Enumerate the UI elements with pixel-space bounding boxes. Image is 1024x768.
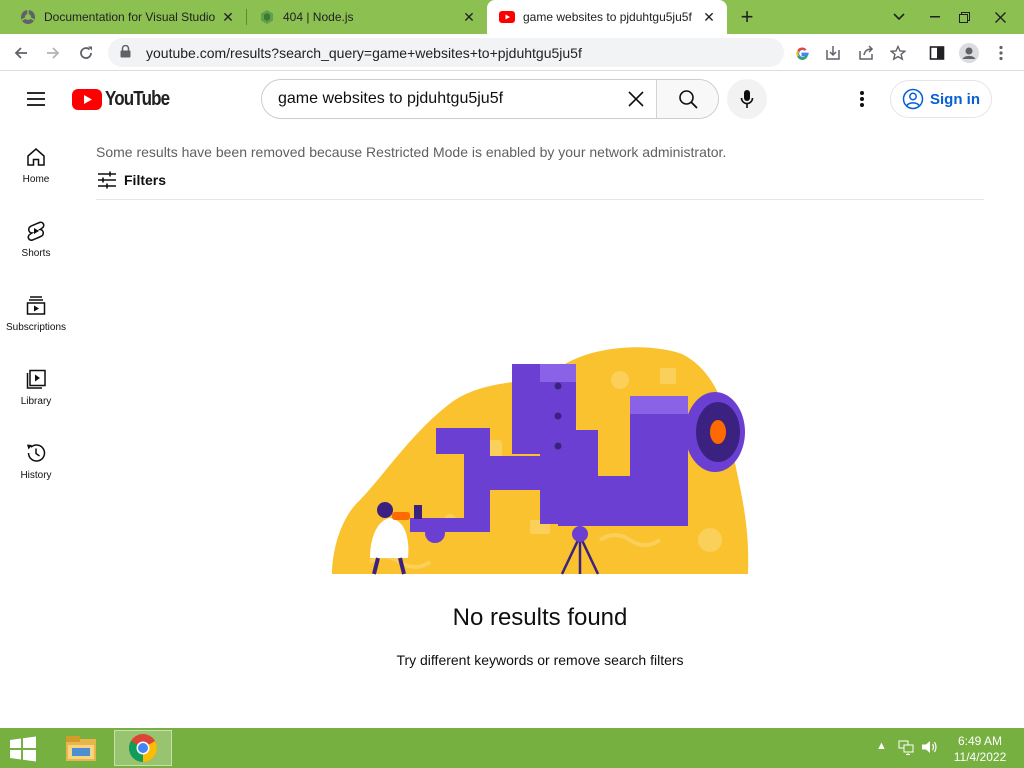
search-box: game websites to pjduhtgu5ju5f	[261, 79, 719, 119]
sidebar-item-subscriptions[interactable]: Subscriptions	[0, 276, 72, 350]
close-icon[interactable]: ✕	[701, 9, 717, 25]
sidebar-item-label: Home	[22, 174, 50, 185]
address-bar[interactable]: youtube.com/results?search_query=game+we…	[108, 38, 784, 67]
header-divider	[96, 199, 984, 200]
chrome-taskbar-icon[interactable]	[114, 730, 172, 766]
subscriptions-icon	[26, 296, 46, 315]
sidebar-item-shorts[interactable]: Shorts	[0, 202, 72, 276]
url-text: youtube.com/results?search_query=game+we…	[146, 44, 582, 61]
restore-button[interactable]	[950, 0, 978, 34]
youtube-header: YouTube game websites to pjduhtgu5ju5f S…	[0, 72, 1024, 128]
filters-button[interactable]: Filters	[96, 170, 166, 190]
sidebar-item-library[interactable]: Library	[0, 350, 72, 424]
search-input[interactable]: game websites to pjduhtgu5ju5f	[262, 80, 616, 118]
clock-date: 11/4/2022	[953, 750, 1007, 764]
library-icon	[26, 369, 46, 389]
filter-sliders-icon	[98, 171, 116, 189]
nodejs-icon	[259, 9, 275, 25]
side-panel-icon[interactable]	[924, 40, 950, 66]
clock-time: 6:49 AM	[957, 734, 1003, 748]
no-results-title: No results found	[452, 604, 628, 631]
sidebar-item-label: Shorts	[21, 248, 51, 259]
close-icon[interactable]: ✕	[461, 9, 477, 25]
tab-nodejs-404[interactable]: 404 | Node.js ✕	[247, 0, 487, 34]
account-circle-icon	[902, 88, 924, 110]
close-window-button[interactable]	[980, 0, 1020, 34]
restricted-mode-notice: Some results have been removed because R…	[96, 144, 727, 160]
volume-icon[interactable]	[921, 739, 939, 758]
new-tab-button[interactable]: +	[736, 6, 758, 28]
hamburger-menu-icon[interactable]	[24, 87, 48, 111]
youtube-wordmark: YouTube	[105, 88, 170, 110]
google-icon[interactable]	[789, 40, 815, 66]
profile-avatar-icon[interactable]	[956, 40, 982, 66]
lock-icon[interactable]	[120, 44, 134, 61]
forward-button[interactable]	[40, 40, 66, 66]
microphone-icon	[740, 90, 754, 108]
file-explorer-taskbar-icon[interactable]	[52, 730, 110, 766]
sign-in-label: Sign in	[930, 90, 980, 108]
shorts-icon	[27, 221, 45, 241]
search-button[interactable]	[656, 80, 718, 118]
network-icon[interactable]	[898, 739, 914, 758]
minimize-button[interactable]	[920, 0, 950, 34]
system-clock[interactable]: 6:49 AM 11/4/2022	[944, 733, 1016, 765]
tab-title: Documentation for Visual Studio	[44, 10, 216, 24]
show-hidden-icons-icon[interactable]: ▲	[876, 740, 887, 752]
chrome-menu-icon[interactable]	[988, 40, 1014, 66]
install-app-icon[interactable]	[820, 40, 846, 66]
tab-search-chevron-icon[interactable]	[888, 0, 910, 34]
tab-title: game websites to pjduhtgu5ju5f	[523, 10, 692, 24]
sidebar-item-label: History	[20, 470, 52, 481]
tab-visual-studio-docs[interactable]: Documentation for Visual Studio ✕	[0, 0, 246, 34]
windows-start-icon[interactable]	[8, 736, 38, 762]
youtube-icon	[499, 9, 515, 25]
windows-taskbar: ▲ 6:49 AM 11/4/2022	[0, 728, 1024, 768]
edge-icon	[20, 9, 36, 25]
sign-in-button[interactable]: Sign in	[890, 80, 992, 118]
home-icon	[27, 148, 45, 166]
browser-toolbar: youtube.com/results?search_query=game+we…	[0, 34, 1024, 71]
filters-label: Filters	[124, 172, 167, 188]
sidebar-item-history[interactable]: History	[0, 424, 72, 498]
clear-search-icon[interactable]	[616, 80, 656, 118]
voice-search-button[interactable]	[727, 79, 767, 119]
tab-youtube-search[interactable]: game websites to pjduhtgu5ju5f ✕	[487, 0, 727, 34]
settings-menu-icon[interactable]	[850, 87, 874, 111]
no-results-illustration	[332, 347, 749, 575]
history-icon	[27, 444, 46, 462]
sidebar-item-home[interactable]: Home	[0, 128, 72, 202]
back-button[interactable]	[8, 40, 34, 66]
youtube-play-icon	[72, 89, 102, 110]
youtube-logo[interactable]: YouTube	[72, 88, 181, 111]
reload-button[interactable]	[73, 40, 99, 66]
tab-title: 404 | Node.js	[283, 10, 354, 24]
share-icon[interactable]	[853, 40, 879, 66]
sidebar-item-label: Library	[20, 396, 52, 407]
tab-strip: Documentation for Visual Studio ✕ 404 | …	[0, 0, 1024, 34]
close-icon[interactable]: ✕	[220, 9, 236, 25]
sidebar-item-label: Subscriptions	[5, 322, 67, 333]
search-icon	[678, 90, 698, 109]
no-results-subtitle: Try different keywords or remove search …	[396, 652, 684, 668]
bookmark-star-icon[interactable]	[885, 40, 911, 66]
